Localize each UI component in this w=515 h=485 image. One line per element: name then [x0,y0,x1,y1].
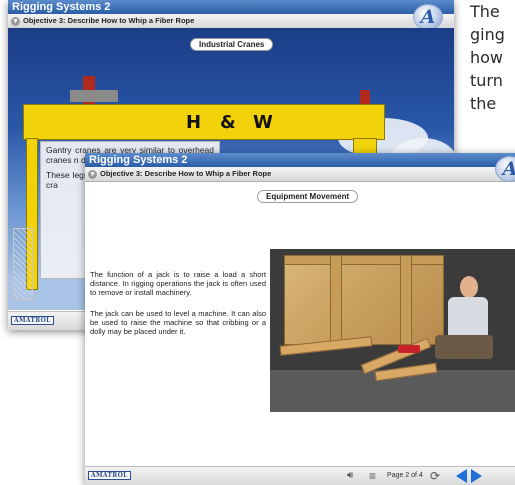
lesson-content: Equipment Movement The function of a jac… [85,182,515,466]
crane-letter: & [220,112,236,133]
worker-head [460,276,478,298]
section-label: Equipment Movement [257,190,359,203]
crane-letter: H [186,112,202,133]
wooden-crate [284,255,444,345]
lesson-text: The jack can be used to level a machine.… [90,309,266,336]
worker-legs [435,335,493,359]
crane-letter: W [253,112,273,133]
front-course-window[interactable]: Rigging Systems 2 ▾ Objective 3: Describe… [85,153,515,485]
crate-board [330,255,342,345]
lesson-text: The function of a jack is to raise a loa… [90,270,266,297]
crate-board [400,255,412,345]
side-text-line: how [470,48,504,67]
side-text: The ging how turn the [470,0,515,115]
objective-bar[interactable]: ▾ Objective 3: Describe How to Whip a Fib… [8,14,454,29]
page-indicator: Page 2 of 4 [387,472,423,479]
amatrol-brand: AMATROL [11,316,54,325]
jack-photo [270,249,515,412]
chevron-down-icon[interactable]: ▾ [11,16,20,26]
crane-machinery [70,90,118,102]
refresh-icon[interactable]: ⟳ [430,469,440,483]
floor-jack [398,345,420,353]
objective-bar[interactable]: ▾ Objective 3: Describe How to Whip a Fib… [85,167,515,182]
gantry-beam [23,104,385,140]
footer-bar: AMATROL 🔊︎ ≡ Page 2 of 4 ⟳ [85,466,515,485]
speaker-icon[interactable]: 🔊︎ [347,469,353,483]
objective-label: Objective 3: Describe How to Whip a Fibe… [100,169,272,178]
side-text-line: The [470,2,500,21]
crate-board [284,255,444,265]
objective-label: Objective 3: Describe How to Whip a Fibe… [23,16,195,25]
amatrol-logo-icon: A [413,4,443,30]
side-text-line: the [470,94,497,113]
section-label: Industrial Cranes [190,38,274,51]
scaffold [13,228,33,300]
next-arrow-icon[interactable] [471,469,482,483]
window-title: Rigging Systems 2 [8,0,454,14]
menu-icon[interactable]: ≡ [369,469,376,483]
window-title: Rigging Systems 2 [85,153,515,167]
chevron-down-icon[interactable]: ▾ [88,169,97,179]
side-text-line: turn [470,71,503,90]
amatrol-brand: AMATROL [88,471,131,480]
side-text-line: ging [470,25,505,44]
prev-arrow-icon[interactable] [456,469,467,483]
